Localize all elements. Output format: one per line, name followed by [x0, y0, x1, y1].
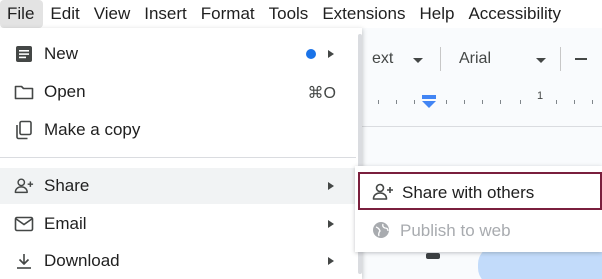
- ruler-tick: [556, 100, 557, 104]
- ruler-tick: [482, 100, 483, 104]
- indent-marker-icon[interactable]: [422, 95, 436, 109]
- email-icon: [14, 214, 34, 234]
- menu-bar: File Edit View Insert Format Tools Exten…: [0, 0, 602, 28]
- folder-icon: [14, 82, 34, 102]
- menu-item-label: Publish to web: [400, 221, 511, 240]
- menu-help[interactable]: Help: [412, 0, 461, 28]
- ruler-number: 1: [537, 90, 544, 102]
- download-icon: [14, 251, 34, 271]
- publish-to-web-item: Publish to web: [358, 212, 602, 250]
- file-menu: New Open ⌘O Make a copy Share Email Down…: [0, 28, 362, 279]
- ruler-tick: [464, 100, 465, 104]
- font-dropdown[interactable]: Arial: [459, 50, 491, 68]
- menu-item-label: Email: [44, 214, 87, 233]
- menu-item-email[interactable]: Email: [0, 206, 356, 242]
- ruler: 1: [360, 88, 602, 108]
- menu-insert[interactable]: Insert: [137, 0, 194, 28]
- ruler-tick: [592, 100, 593, 104]
- notification-dot: [306, 49, 316, 59]
- copy-icon: [14, 120, 34, 140]
- document-content: [426, 253, 440, 259]
- ruler-tick: [396, 100, 397, 104]
- add-person-icon: [372, 182, 394, 202]
- submenu-arrow-icon: [328, 257, 334, 265]
- menu-divider: [0, 157, 356, 158]
- ruler-tick: [378, 100, 379, 104]
- paragraph-style-dropdown[interactable]: ext: [372, 50, 393, 68]
- menu-item-make-copy[interactable]: Make a copy: [0, 112, 356, 148]
- menu-item-label: New: [44, 44, 79, 63]
- share-submenu: Share with others Publish to web: [355, 166, 602, 252]
- ruler-divider: [360, 126, 602, 127]
- ruler-tick: [414, 100, 415, 104]
- document-icon: [14, 44, 34, 64]
- menu-file[interactable]: File: [0, 0, 44, 28]
- add-person-icon: [14, 176, 34, 196]
- menu-item-label: Make a copy: [44, 120, 141, 139]
- menu-item-label: Share with others: [402, 183, 535, 202]
- menu-item-download[interactable]: Download: [0, 243, 356, 279]
- toolbar-divider: [440, 47, 441, 71]
- submenu-arrow-icon: [328, 182, 334, 190]
- submenu-arrow-icon: [328, 50, 334, 58]
- menu-view[interactable]: View: [87, 0, 138, 28]
- chevron-down-icon: [536, 58, 546, 63]
- share-with-others-item[interactable]: Share with others: [358, 172, 602, 210]
- menu-edit[interactable]: Edit: [43, 0, 86, 28]
- ruler-tick: [574, 100, 575, 104]
- decrease-font-size-button[interactable]: [575, 58, 587, 60]
- menu-item-new[interactable]: New: [0, 36, 356, 72]
- globe-icon: [370, 220, 392, 240]
- menu-accessibility[interactable]: Accessibility: [461, 0, 568, 28]
- menu-item-label: Open: [44, 82, 86, 101]
- menu-extensions[interactable]: Extensions: [315, 0, 412, 28]
- menu-item-open[interactable]: Open ⌘O: [0, 74, 356, 110]
- chevron-down-icon: [413, 58, 423, 63]
- menu-item-label: Download: [44, 251, 120, 270]
- submenu-arrow-icon: [328, 220, 334, 228]
- menu-item-label: Share: [44, 176, 90, 195]
- menu-item-share[interactable]: Share: [0, 168, 356, 204]
- keyboard-shortcut: ⌘O: [307, 85, 336, 102]
- toolbar-divider: [560, 47, 561, 71]
- ruler-tick: [500, 100, 501, 104]
- menu-tools[interactable]: Tools: [262, 0, 316, 28]
- ruler-tick: [446, 100, 447, 104]
- formatting-toolbar: ext Arial: [360, 44, 602, 74]
- ruler-tick: [520, 100, 521, 104]
- menu-format[interactable]: Format: [194, 0, 262, 28]
